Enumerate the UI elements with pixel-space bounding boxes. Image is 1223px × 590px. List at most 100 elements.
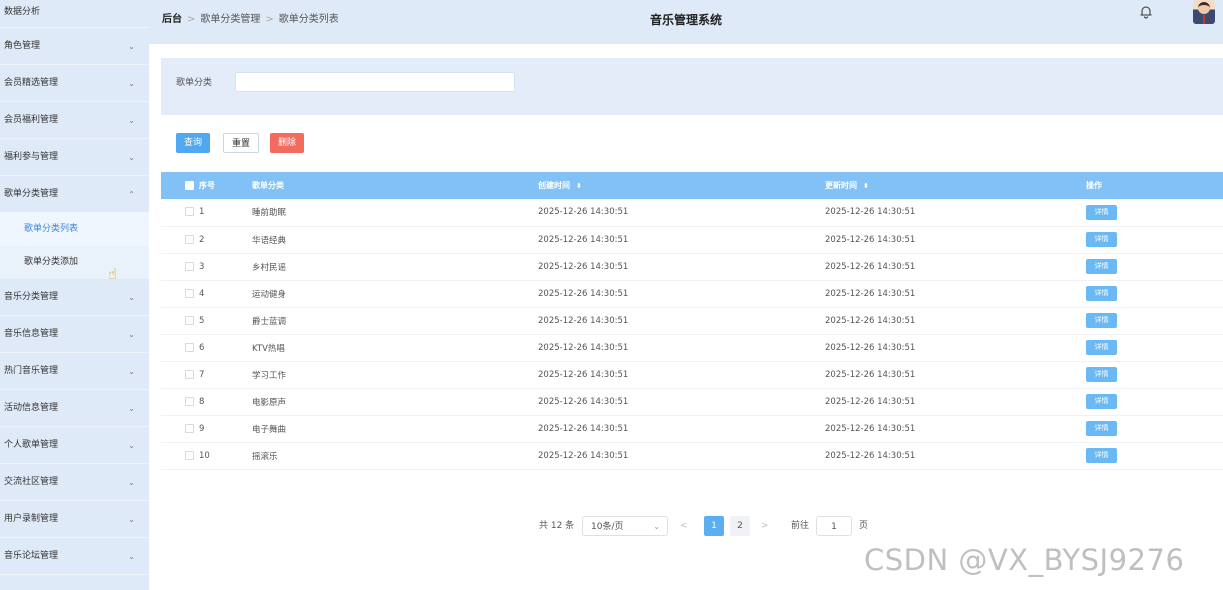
table-row: 4 运动健身 2025-12-26 14:30:51 2025-12-26 14:30… (161, 280, 1223, 307)
sidebar-item[interactable]: 福利参与管理 ⌄ (0, 139, 149, 176)
page-button-1[interactable]: 1 (704, 516, 724, 536)
table-header-row: 序号 歌单分类 创建时间 ⬍ 更新时间 ⬍ 操作 (161, 172, 1223, 199)
row-checkbox[interactable] (185, 423, 194, 433)
table-row: 1 睡前助眠 2025-12-26 14:30:51 2025-12-26 14:30… (161, 199, 1223, 226)
query-button[interactable]: 查询 (176, 133, 211, 153)
sidebar-item-label: 活动信息管理 (4, 403, 59, 413)
detail-button[interactable]: 详情 (1086, 259, 1117, 274)
row-checkbox[interactable] (185, 234, 194, 244)
sidebar-item[interactable]: 会员福利管理 ⌄ (0, 102, 149, 139)
chevron-down-icon: ⌄ (128, 330, 135, 339)
hand-cursor-icon: ☝ (108, 265, 118, 283)
row-checkbox[interactable] (185, 207, 194, 217)
column-header-created[interactable]: 创建时间 ⬍ (538, 172, 825, 199)
row-checkbox[interactable] (185, 288, 194, 298)
page-button-2[interactable]: 2 (730, 516, 750, 536)
sidebar-item[interactable]: 音乐信息管理 ⌄ (0, 316, 149, 353)
cell-name: 睡前助眠 (252, 208, 287, 219)
next-page-button[interactable]: > (761, 516, 769, 536)
sidebar-item[interactable]: 音乐分类管理 ⌄ (0, 279, 149, 316)
cell-name: 华语经典 (252, 235, 287, 246)
sidebar-item[interactable]: 个人歌单管理 ⌄ (0, 427, 149, 464)
sidebar-item[interactable]: 活动信息管理 ⌄ (0, 390, 149, 427)
bell-icon[interactable] (1139, 5, 1153, 19)
prev-page-button[interactable]: < (680, 516, 688, 536)
cell-created: 2025-12-26 14:30:51 (538, 369, 629, 380)
sidebar-item[interactable]: 角色管理 ⌄ (0, 28, 149, 65)
cell-action: 详情 (1086, 334, 1223, 361)
sidebar-item-label: 会员福利管理 (4, 115, 59, 125)
select-all-checkbox[interactable] (185, 181, 194, 190)
row-checkbox[interactable] (185, 342, 194, 352)
cell-updated: 2025-12-26 14:30:51 (825, 342, 916, 353)
detail-button[interactable]: 详情 (1086, 448, 1117, 463)
table-row: 3 乡村民谣 2025-12-26 14:30:51 2025-12-26 14:30… (161, 253, 1223, 280)
detail-button[interactable]: 详情 (1086, 421, 1117, 436)
sort-icon[interactable]: ⬍ (576, 182, 582, 190)
table-row: 10 摇滚乐 2025-12-26 14:30:51 2025-12-26 14:30… (161, 442, 1223, 469)
table-row: 5 爵士蓝调 2025-12-26 14:30:51 2025-12-26 14:30… (161, 307, 1223, 334)
delete-button[interactable]: 删除 (270, 133, 305, 153)
row-checkbox[interactable] (185, 369, 194, 379)
sort-icon[interactable]: ⬍ (863, 182, 869, 190)
detail-button[interactable]: 详情 (1086, 394, 1117, 409)
cell-name: KTV热唱 (252, 343, 285, 354)
row-checkbox[interactable] (185, 261, 194, 271)
sidebar-subitem[interactable]: 歌单分类添加 (0, 246, 149, 279)
sidebar-item-label: 音乐论坛管理 (4, 551, 59, 561)
sidebar-item[interactable]: 热门音乐管理 ⌄ (0, 353, 149, 390)
cell-checkbox (161, 307, 199, 334)
sidebar-item-label: 热门音乐管理 (4, 366, 59, 376)
search-panel: 歌单分类 (161, 58, 1223, 115)
detail-button[interactable]: 详情 (1086, 313, 1117, 328)
cell-name: 摇滚乐 (252, 451, 278, 462)
chevron-down-icon: ⌄ (128, 404, 135, 413)
detail-button[interactable]: 详情 (1086, 367, 1117, 382)
cell-index: 8 (199, 396, 205, 407)
avatar[interactable] (1193, 0, 1215, 24)
sidebar-item-data-analysis[interactable]: 数据分析 (0, 0, 149, 28)
cell-checkbox (161, 199, 199, 226)
page-size-select[interactable]: 10条/页 ⌄ (582, 516, 668, 536)
page-size-value: 10条/页 (591, 522, 624, 532)
cell-updated: 2025-12-26 14:30:51 (825, 450, 916, 461)
cell-index: 3 (199, 261, 205, 272)
chevron-down-icon: ⌄ (128, 79, 135, 88)
sidebar-item[interactable]: 音乐论坛管理 ⌄ (0, 538, 149, 575)
cell-action: 详情 (1086, 253, 1223, 280)
sidebar-item[interactable]: 用户录制管理 ⌄ (0, 501, 149, 538)
cell-created: 2025-12-26 14:30:51 (538, 261, 629, 272)
column-header-name: 歌单分类 (252, 181, 284, 190)
chevron-down-icon: ⌄ (128, 293, 135, 302)
cell-created: 2025-12-26 14:30:51 (538, 288, 629, 299)
cell-updated: 2025-12-26 14:30:51 (825, 315, 916, 326)
sidebar-item-label: 数据分析 (4, 7, 41, 17)
cell-action: 详情 (1086, 415, 1223, 442)
main-content: 歌单分类 查询 重置 删除 序号 歌单分类 创建时间 ⬍ 更新时间 ⬍ 操作 1 睡前… (149, 44, 1223, 590)
goto-page-input[interactable]: 1 (816, 516, 852, 536)
reset-button[interactable]: 重置 (223, 133, 260, 153)
column-header-updated[interactable]: 更新时间 ⬍ (825, 172, 1086, 199)
sidebar-item-label: 福利参与管理 (4, 152, 59, 162)
chevron-up-icon: ⌃ (128, 190, 135, 199)
row-checkbox[interactable] (185, 450, 194, 460)
sidebar-item[interactable]: 歌单分类管理 ⌃ (0, 176, 149, 213)
detail-button[interactable]: 详情 (1086, 232, 1117, 247)
row-checkbox[interactable] (185, 396, 194, 406)
sidebar-subitem[interactable]: 歌单分类列表 (0, 213, 149, 246)
cell-action: 详情 (1086, 280, 1223, 307)
chevron-down-icon: ⌄ (653, 522, 660, 531)
chevron-down-icon: ⌄ (128, 441, 135, 450)
chevron-down-icon: ⌄ (128, 116, 135, 125)
detail-button[interactable]: 详情 (1086, 204, 1117, 220)
search-input[interactable] (235, 72, 515, 92)
cell-updated: 2025-12-26 14:30:51 (825, 369, 916, 380)
detail-button[interactable]: 详情 (1086, 286, 1117, 301)
cell-name: 爵士蓝调 (252, 316, 287, 327)
sidebar-item[interactable]: 交流社区管理 ⌄ (0, 464, 149, 501)
sidebar-item[interactable]: 会员精选管理 ⌄ (0, 65, 149, 102)
sidebar-item-label: 音乐分类管理 (4, 292, 59, 302)
cell-name: 电影原声 (252, 397, 287, 408)
row-checkbox[interactable] (185, 315, 194, 325)
detail-button[interactable]: 详情 (1086, 340, 1117, 355)
